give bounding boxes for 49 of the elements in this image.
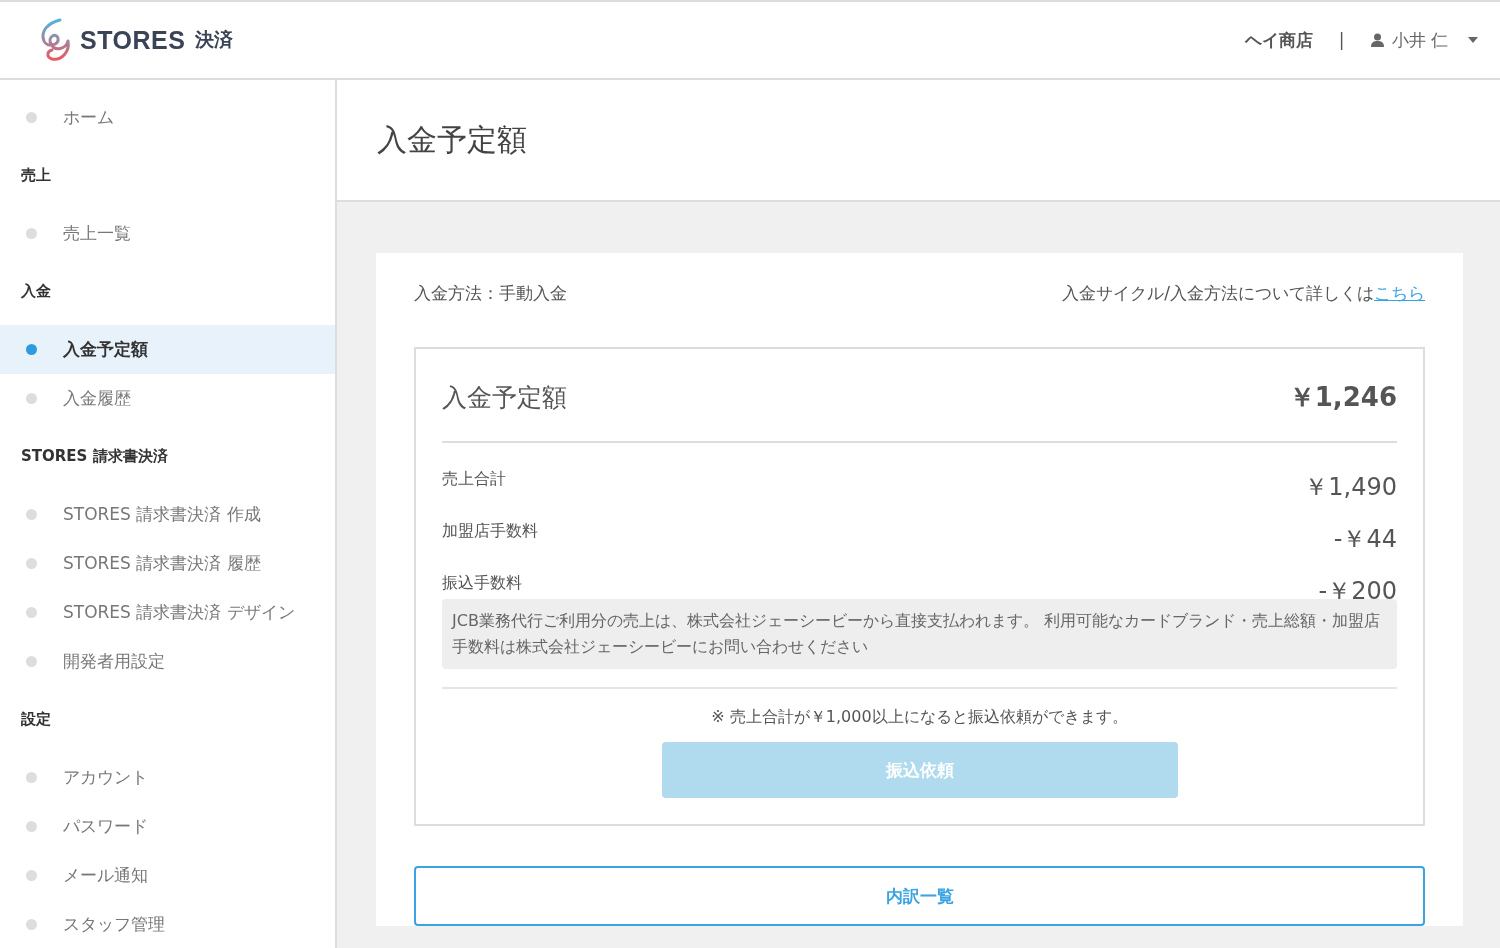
user-name[interactable]: 小井 仁 [1391, 28, 1448, 52]
caret-icon[interactable] [1468, 37, 1478, 43]
row-amount: -￥44 [1333, 524, 1397, 555]
row-amount: ￥1,490 [1304, 472, 1397, 503]
sidebar-item[interactable]: アカウント [0, 753, 335, 802]
summary-title: 入金予定額 [442, 381, 567, 414]
separator: | [1338, 30, 1345, 50]
sidebar-item[interactable]: パスワード [0, 802, 335, 851]
bullet-icon [26, 607, 37, 618]
bullet-icon [26, 656, 37, 667]
sidebar-heading: 入金 [20, 281, 52, 302]
info-link[interactable]: こちら [1374, 282, 1425, 303]
sidebar-item[interactable]: ホーム [0, 93, 335, 142]
sidebar-item[interactable]: 入金履歴 [0, 374, 335, 423]
bullet-icon [26, 821, 37, 832]
sidebar-item[interactable]: メール通知 [0, 851, 335, 900]
bullet-icon [26, 112, 37, 123]
logo-text: STORES [80, 25, 186, 55]
bullet-icon [26, 870, 37, 881]
sidebar-item[interactable]: 開発者用設定 [0, 637, 335, 686]
sidebar-item[interactable]: STORES 請求書決済 作成 [0, 490, 335, 539]
logo-text: 決済 [195, 27, 234, 52]
sidebar-item[interactable]: 入金予定額 [0, 325, 335, 374]
user-icon [1370, 33, 1384, 47]
bullet-icon [26, 919, 37, 930]
bullet-icon [26, 509, 37, 520]
sidebar-heading: 売上 [20, 165, 52, 186]
page-title: 入金予定額 [377, 120, 527, 159]
bullet-icon [26, 344, 37, 355]
sidebar-item[interactable]: STORES 請求書決済 履歴 [0, 539, 335, 588]
sidebar-item[interactable]: STORES 請求書決済 デザイン [0, 588, 335, 637]
payout-method: 入金方法：手動入金 [414, 281, 567, 305]
sidebar-heading: STORES 請求書決済 [20, 446, 169, 467]
info-text: 入金サイクル/入金方法について詳しくはこちら [1062, 281, 1425, 305]
row-label: 振込手数料 [442, 572, 522, 594]
bullet-icon [26, 228, 37, 239]
row-label: 加盟店手数料 [442, 520, 538, 542]
row-label: 売上合計 [442, 468, 506, 490]
breakdown-button[interactable]: 内訳一覧 [414, 866, 1425, 926]
sidebar-item[interactable]: 売上一覧 [0, 209, 335, 258]
shop-name[interactable]: ヘイ商店 [1244, 28, 1313, 52]
sidebar-heading: 設定 [20, 709, 52, 730]
notice-text: ※ 売上合計が￥1,000以上になると振込依頼ができます。 [710, 707, 1129, 728]
bullet-icon [26, 558, 37, 569]
sidebar-item[interactable]: スタッフ管理 [0, 900, 335, 948]
bullet-icon [26, 772, 37, 783]
bullet-icon [26, 393, 37, 404]
note-text: JCB業務代行ご利用分の売上は、株式会社ジェーシービーから直接支払われます。 利用可能なカードブランド・売上総額・加盟店手数料は株式会社ジェーシービーにお問い合わせください [442, 599, 1397, 669]
total-amount: ￥1,246 [1288, 380, 1397, 414]
